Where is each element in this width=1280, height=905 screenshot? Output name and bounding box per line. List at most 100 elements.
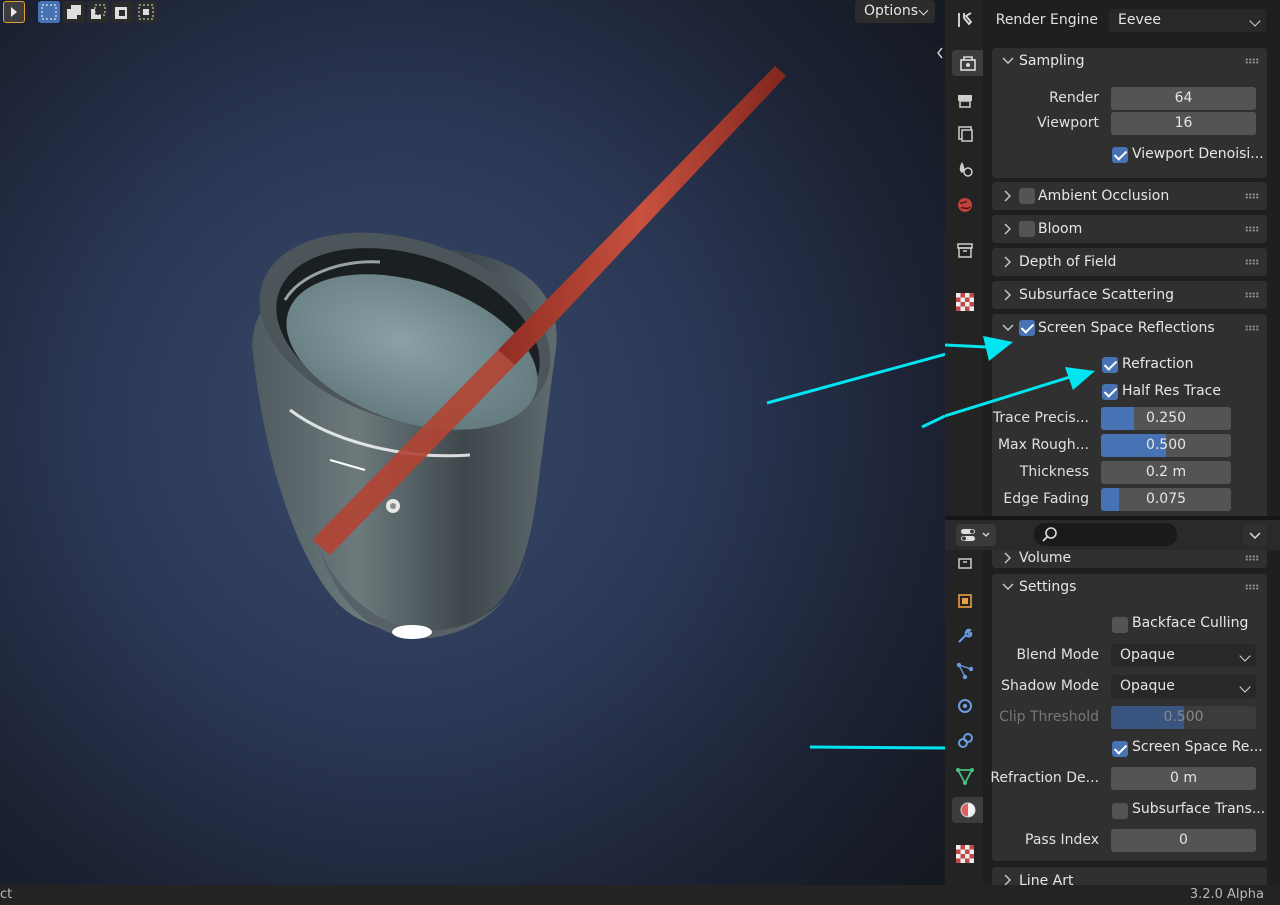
clip-threshold-slider[interactable]: 0.500: [1111, 706, 1256, 729]
glass-with-straw-render: [252, 66, 945, 750]
render-engine-label: Render Engine: [995, 12, 1098, 28]
blend-mode-label: Blend Mode: [1016, 647, 1099, 663]
status-left-text: ct: [0, 887, 13, 902]
drag-handle-icon[interactable]: [1245, 259, 1259, 265]
physics-tab-icon[interactable]: [952, 693, 978, 719]
drag-handle-icon[interactable]: [1245, 555, 1259, 561]
world-tab-icon[interactable]: [952, 192, 978, 218]
scene-tab-icon[interactable]: [952, 156, 978, 182]
chevron-right-icon: [1004, 289, 1011, 301]
drag-handle-icon[interactable]: [1245, 58, 1259, 64]
backface-culling-checkbox[interactable]: [1112, 617, 1128, 633]
object-data-tab-icon[interactable]: [952, 763, 978, 789]
line-art-panel[interactable]: Line Art: [992, 867, 1267, 885]
samples-render-label: Render: [1049, 90, 1099, 106]
backface-culling-label: Backface Culling: [1132, 615, 1249, 631]
tool-settings-icon[interactable]: [952, 7, 978, 33]
chevron-down-icon: [1249, 532, 1261, 540]
search-input[interactable]: [1034, 523, 1177, 546]
samples-render-value: 64: [1174, 90, 1193, 106]
max-roughness-slider[interactable]: 0.500: [1101, 434, 1231, 457]
drag-handle-icon[interactable]: [1245, 226, 1259, 232]
texture-tab-icon-2[interactable]: [952, 841, 978, 867]
subsurface-scattering-panel[interactable]: Subsurface Scattering: [992, 281, 1267, 309]
samples-viewport-label: Viewport: [1037, 115, 1099, 131]
subsurface-translucency-checkbox[interactable]: [1112, 803, 1128, 819]
pass-index-value: 0: [1179, 832, 1188, 848]
clip-threshold-label: Clip Threshold: [999, 709, 1099, 725]
3d-viewport[interactable]: Options: [0, 0, 945, 885]
refraction-depth-value: 0 m: [1170, 770, 1197, 786]
constraints-tab-icon[interactable]: [952, 728, 978, 754]
thickness-value: 0.2 m: [1145, 464, 1187, 480]
particles-tab-icon[interactable]: [952, 658, 978, 684]
object-tab-icon[interactable]: [952, 588, 978, 614]
line-art-title: Line Art: [1019, 873, 1074, 885]
render-tab-icon[interactable]: [952, 50, 983, 76]
drag-handle-icon[interactable]: [1245, 325, 1259, 331]
chevron-down-icon: [1249, 15, 1261, 27]
chevron-down-icon: [1002, 57, 1014, 64]
viewport-denoise-label: Viewport Denoisi...: [1132, 146, 1264, 162]
pass-index-field[interactable]: 0: [1111, 829, 1256, 852]
view-layer-tab-icon[interactable]: [952, 121, 978, 147]
collection-tab-icon-2[interactable]: [952, 548, 978, 574]
max-roughness-value: 0.500: [1145, 437, 1187, 453]
collection-tab-icon[interactable]: [952, 237, 978, 263]
clip-threshold-value: 0.500: [1163, 709, 1204, 725]
drag-handle-icon[interactable]: [1245, 584, 1259, 590]
output-tab-icon[interactable]: [952, 87, 978, 113]
settings-title: Settings: [1019, 579, 1077, 595]
sampling-header[interactable]: Sampling: [992, 48, 1267, 74]
trace-precision-value: 0.250: [1145, 410, 1187, 426]
blend-mode-value: Opaque: [1120, 647, 1175, 663]
bloom-panel[interactable]: Bloom: [992, 215, 1267, 243]
shadow-mode-value: Opaque: [1120, 678, 1175, 694]
search-icon: [1042, 527, 1057, 542]
viewport-denoise-checkbox[interactable]: [1112, 147, 1128, 163]
edge-fading-value: 0.075: [1145, 491, 1187, 507]
bloom-title: Bloom: [1038, 221, 1083, 237]
render-engine-dropdown[interactable]: Eevee: [1109, 9, 1266, 32]
shadow-mode-dropdown[interactable]: Opaque: [1111, 675, 1256, 698]
trace-precision-slider[interactable]: 0.250: [1101, 407, 1231, 430]
annotation-arrows: [766, 352, 945, 750]
status-bar: ct 3.2.0 Alpha: [0, 885, 1280, 905]
chevron-right-icon: [1004, 190, 1011, 202]
chevron-right-icon: [1004, 223, 1011, 235]
chevron-down-icon: [1239, 650, 1251, 662]
chevron-down-icon: [1239, 681, 1251, 693]
subsurface-translucency-label: Subsurface Trans...: [1132, 801, 1266, 817]
thickness-field[interactable]: 0.2 m: [1101, 461, 1231, 484]
chevron-down-icon: [1002, 583, 1014, 590]
edge-fading-slider[interactable]: 0.075: [1101, 488, 1231, 511]
pass-index-label: Pass Index: [1025, 832, 1099, 848]
chevron-right-icon: [1004, 552, 1011, 564]
refraction-depth-field[interactable]: 0 m: [1111, 767, 1256, 790]
refraction-label: Refraction: [1122, 356, 1194, 372]
material-tab-icon[interactable]: [952, 797, 983, 823]
chevron-right-icon: [1004, 874, 1011, 885]
modifier-wrench-icon[interactable]: [952, 623, 978, 649]
material-ssr-label: Screen Space Re...: [1132, 739, 1263, 755]
material-ssr-checkbox[interactable]: [1112, 741, 1128, 757]
editor-type-dropdown[interactable]: [956, 524, 996, 546]
samples-viewport-field[interactable]: 16: [1111, 112, 1256, 135]
ambient-occlusion-panel[interactable]: Ambient Occlusion: [992, 182, 1267, 210]
depth-of-field-title: Depth of Field: [1019, 254, 1117, 270]
ambient-occlusion-checkbox[interactable]: [1019, 188, 1035, 204]
settings-header[interactable]: Settings: [992, 574, 1267, 600]
volume-panel[interactable]: Volume: [992, 550, 1267, 568]
blend-mode-dropdown[interactable]: Opaque: [1111, 644, 1256, 667]
options-dropdown-button[interactable]: [1243, 524, 1267, 546]
bloom-checkbox[interactable]: [1019, 221, 1035, 237]
samples-render-field[interactable]: 64: [1111, 87, 1256, 110]
samples-viewport-value: 16: [1174, 115, 1193, 131]
depth-of-field-panel[interactable]: Depth of Field: [992, 248, 1267, 276]
texture-tab-icon[interactable]: [952, 289, 978, 315]
version-label: 3.2.0 Alpha: [1189, 887, 1264, 902]
sampling-title: Sampling: [1019, 53, 1085, 69]
volume-title: Volume: [1019, 550, 1072, 566]
drag-handle-icon[interactable]: [1245, 193, 1259, 199]
drag-handle-icon[interactable]: [1245, 292, 1259, 298]
